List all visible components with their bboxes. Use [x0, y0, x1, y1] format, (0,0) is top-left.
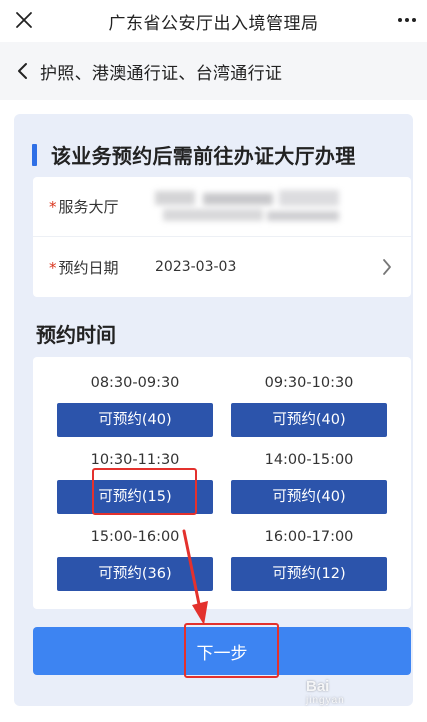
- slot-book-button[interactable]: 可预约(40): [231, 403, 387, 437]
- slot-book-button[interactable]: 可预约(40): [57, 403, 213, 437]
- hall-label: * 服务大厅: [49, 196, 139, 217]
- time-slot: 09:30-10:30 可预约(40): [231, 372, 387, 437]
- date-value: 2023-03-03: [155, 259, 237, 275]
- date-label: * 预约日期: [49, 257, 139, 278]
- next-step-highlight: [184, 623, 279, 678]
- time-slot: 14:00-15:00 可预约(40): [231, 449, 387, 514]
- chevron-right-icon[interactable]: [381, 257, 397, 277]
- watermark: Bai jingyan: [306, 678, 345, 706]
- booking-time-title: 预约时间: [36, 323, 116, 347]
- slot-time: 08:30-09:30: [90, 375, 180, 391]
- slot-time: 16:00-17:00: [264, 529, 354, 545]
- time-slot: 16:00-17:00 可预约(12): [231, 526, 387, 591]
- hall-row[interactable]: * 服务大厅: [33, 177, 411, 237]
- watermark-text: Bai: [306, 678, 330, 695]
- notice-heading: 该业务预约后需前往办证大厅办理: [32, 140, 356, 169]
- hall-label-text: 服务大厅: [58, 198, 119, 216]
- time-slots-card: 08:30-09:30 可预约(40) 09:30-10:30 可预约(40) …: [33, 357, 411, 609]
- app-title: 广东省公安厅出入境管理局: [108, 13, 319, 34]
- required-mark: *: [49, 198, 57, 216]
- slot-book-button[interactable]: 可预约(12): [231, 557, 387, 591]
- close-icon[interactable]: [10, 6, 38, 34]
- slot-book-button[interactable]: 可预约(40): [231, 480, 387, 514]
- form-card: * 服务大厅 * 预约日期 2023-03-03: [33, 177, 411, 297]
- notice-text: 该业务预约后需前往办证大厅办理: [51, 144, 356, 168]
- accent-bar: [32, 143, 37, 166]
- page-title: 护照、港澳通行证、台湾通行证: [40, 63, 283, 84]
- chevron-left-icon[interactable]: [4, 53, 40, 89]
- nav-bar: 护照、港澳通行证、台湾通行证: [0, 42, 427, 100]
- selected-slot-highlight: [92, 468, 197, 515]
- hall-value-redacted: [155, 187, 345, 227]
- watermark-subtext: jingyan: [306, 695, 345, 706]
- time-slot: 08:30-09:30 可预约(40): [57, 372, 213, 437]
- date-row[interactable]: * 预约日期 2023-03-03: [33, 237, 411, 297]
- annotation-arrow-icon: [182, 529, 208, 625]
- required-mark: *: [49, 258, 57, 277]
- more-icon[interactable]: [393, 8, 421, 32]
- date-label-text: 预约日期: [58, 258, 119, 277]
- slot-time: 14:00-15:00: [264, 452, 354, 468]
- slot-time: 09:30-10:30: [264, 375, 354, 391]
- title-bar: 广东省公安厅出入境管理局: [0, 0, 427, 42]
